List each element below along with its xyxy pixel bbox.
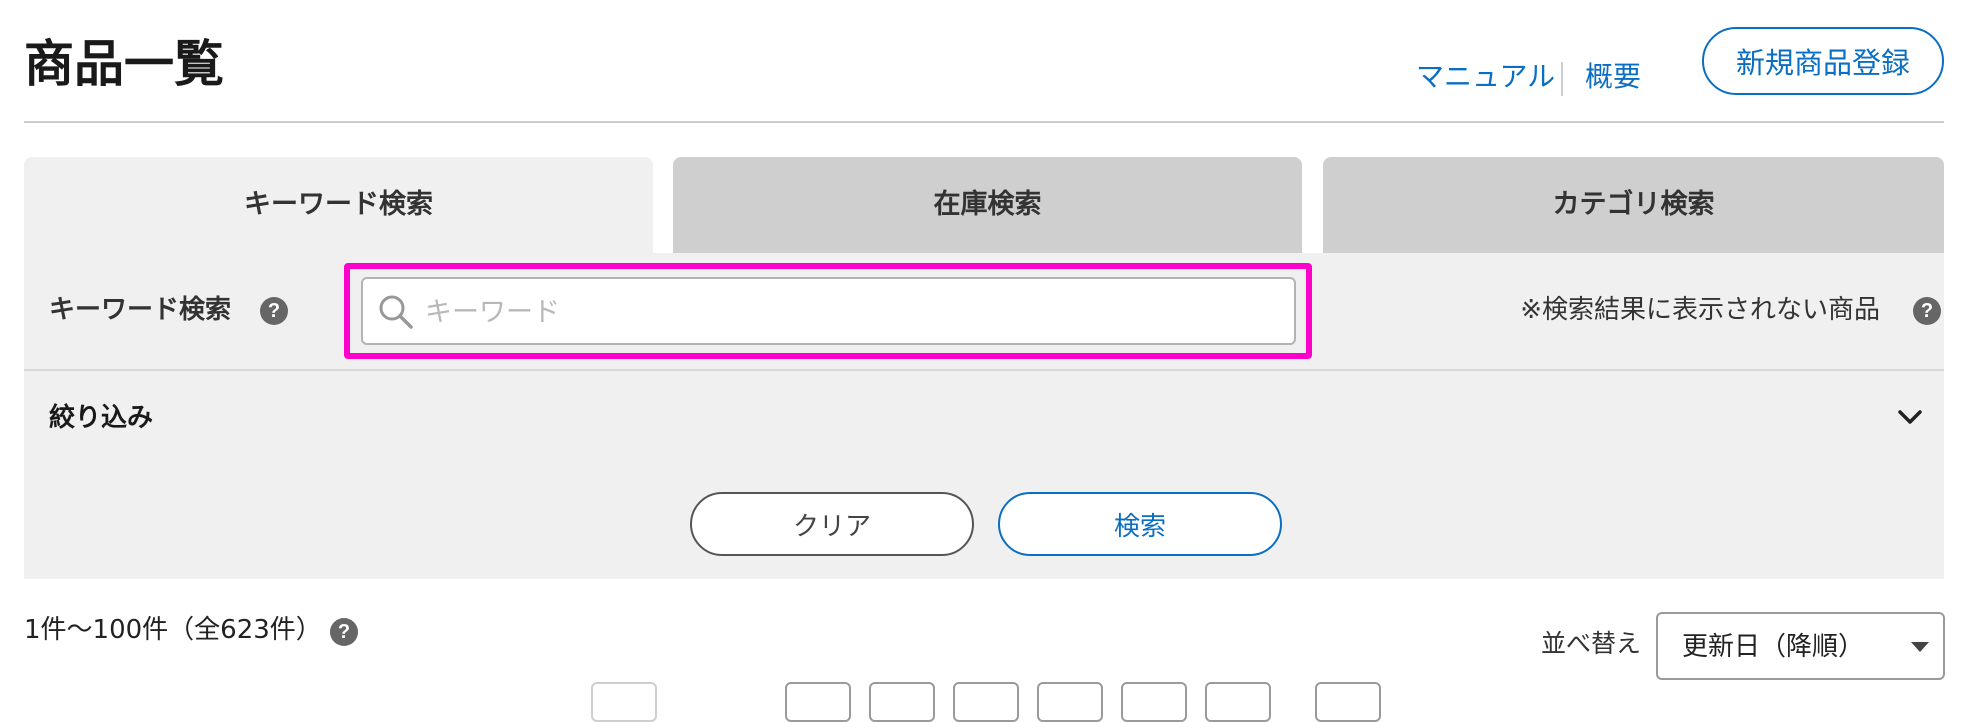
hidden-products-note[interactable]: ※検索結果に表示されない商品 bbox=[1520, 292, 1880, 328]
search-icon bbox=[379, 295, 413, 329]
caret-down-icon bbox=[1911, 642, 1929, 652]
overview-link[interactable]: 概要 bbox=[1585, 60, 1641, 94]
help-icon[interactable]: ? bbox=[260, 297, 288, 325]
chevron-down-icon[interactable] bbox=[1893, 400, 1927, 434]
sort-select[interactable]: 更新日（降順） bbox=[1656, 612, 1945, 680]
result-count: 1件～100件（全623件） bbox=[24, 612, 322, 648]
tab-keyword-search[interactable]: キーワード検索 bbox=[24, 157, 653, 253]
panel-divider bbox=[24, 369, 1944, 371]
page-title: 商品一覧 bbox=[24, 35, 224, 93]
keyword-search-label: キーワード検索 bbox=[49, 295, 232, 325]
pagination-button[interactable] bbox=[1037, 682, 1103, 722]
manual-link[interactable]: マニュアル bbox=[1416, 60, 1555, 94]
keyword-search-input[interactable] bbox=[423, 279, 1287, 345]
pagination-button[interactable] bbox=[869, 682, 935, 722]
filter-label[interactable]: 絞り込み bbox=[49, 400, 153, 436]
tab-stock-search[interactable]: 在庫検索 bbox=[673, 157, 1302, 253]
help-icon[interactable]: ? bbox=[1913, 297, 1941, 325]
register-product-button[interactable]: 新規商品登録 bbox=[1702, 27, 1944, 95]
clear-button[interactable]: クリア bbox=[690, 492, 974, 556]
pagination-button[interactable] bbox=[591, 682, 657, 722]
help-icon[interactable]: ? bbox=[330, 618, 358, 646]
sort-selected-value: 更新日（降順） bbox=[1682, 632, 1865, 662]
pagination-button[interactable] bbox=[953, 682, 1019, 722]
link-divider bbox=[1561, 62, 1563, 96]
hidden-products-note-text: ※検索結果に表示されない商品 bbox=[1520, 295, 1880, 325]
pagination-button[interactable] bbox=[1205, 682, 1271, 722]
header-divider bbox=[24, 121, 1944, 123]
sort-label: 並べ替え bbox=[1541, 629, 1642, 658]
tab-category-search[interactable]: カテゴリ検索 bbox=[1323, 157, 1944, 253]
keyword-input-wrapper[interactable] bbox=[361, 277, 1296, 345]
search-button[interactable]: 検索 bbox=[998, 492, 1282, 556]
result-count-text: 1件～100件（全623件） bbox=[24, 615, 322, 645]
pagination-button[interactable] bbox=[1121, 682, 1187, 722]
pagination-button[interactable] bbox=[785, 682, 851, 722]
pagination-button[interactable] bbox=[1315, 682, 1381, 722]
